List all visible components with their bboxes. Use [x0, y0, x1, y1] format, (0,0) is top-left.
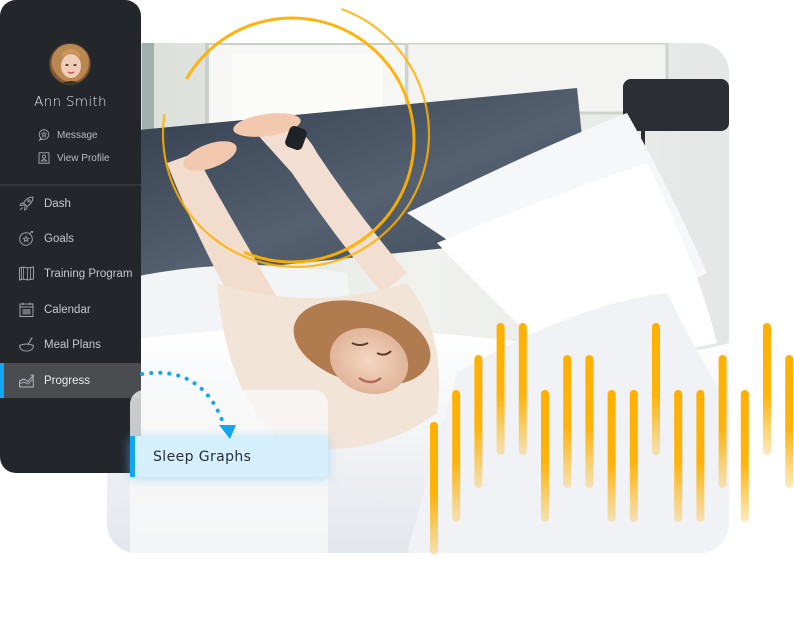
- avatar-portrait-icon: [53, 44, 89, 84]
- nav-label: Meal Plans: [44, 338, 101, 351]
- rocket-icon: [19, 196, 34, 211]
- nav-label: Goals: [44, 232, 75, 245]
- sound-wave-bar: [785, 355, 794, 488]
- nav-item-calendar[interactable]: Calendar: [0, 292, 141, 327]
- submenu-label: Sleep Graphs: [153, 448, 252, 465]
- nav-label: Training Program: [44, 267, 133, 280]
- sound-wave-bar: [740, 390, 749, 522]
- nav-item-training-program[interactable]: Training Program: [0, 256, 141, 291]
- sound-wave-bar: [763, 323, 771, 455]
- nav-item-meal-plans[interactable]: Meal Plans: [0, 327, 141, 362]
- sidebar: Ann Smith Message View Profile Dash Goal…: [0, 0, 141, 473]
- nav-item-goals[interactable]: Goals: [0, 221, 141, 256]
- nav-item-dash[interactable]: Dash: [0, 186, 141, 221]
- target-icon: [19, 231, 33, 246]
- avatar[interactable]: [49, 43, 91, 85]
- user-name: Ann Smith: [34, 94, 107, 110]
- view-profile-label: View Profile: [57, 152, 110, 164]
- nav-item-progress[interactable]: Progress: [0, 363, 141, 398]
- message-label: Message: [57, 129, 98, 141]
- submenu-item-sleep-graphs[interactable]: Sleep Graphs: [130, 436, 328, 477]
- profile-card-icon: [38, 152, 50, 164]
- chat-star-icon: [38, 129, 50, 141]
- calendar-icon: [19, 302, 34, 317]
- view-profile-link[interactable]: View Profile: [38, 150, 110, 166]
- message-link[interactable]: Message: [38, 127, 98, 143]
- nav-label: Progress: [44, 374, 91, 387]
- nav-label: Dash: [44, 197, 71, 210]
- nav-label: Calendar: [44, 303, 91, 316]
- chart-icon: [19, 374, 34, 388]
- bowl-icon: [18, 337, 35, 352]
- map-icon: [19, 266, 34, 281]
